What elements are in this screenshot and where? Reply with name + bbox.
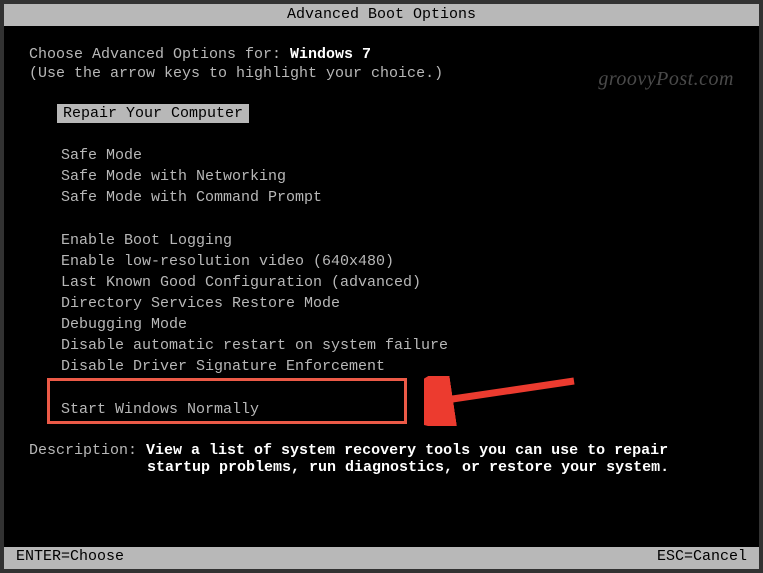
- menu-item-disable-driver-sig[interactable]: Disable Driver Signature Enforcement: [61, 356, 759, 377]
- intro-prefix: Choose Advanced Options for:: [29, 46, 290, 63]
- description-label: Description:: [29, 442, 146, 459]
- menu-group-3: Start Windows Normally: [61, 399, 759, 420]
- menu-item-directory-services[interactable]: Directory Services Restore Mode: [61, 293, 759, 314]
- menu-item-safe-mode-networking[interactable]: Safe Mode with Networking: [61, 166, 759, 187]
- title-bar: Advanced Boot Options: [4, 4, 759, 26]
- menu-item-debugging[interactable]: Debugging Mode: [61, 314, 759, 335]
- menu-item-start-normally[interactable]: Start Windows Normally: [61, 399, 759, 420]
- esc-hint: ESC=Cancel: [657, 547, 747, 569]
- menu-item-last-known-good[interactable]: Last Known Good Configuration (advanced): [61, 272, 759, 293]
- description-text-2: startup problems, run diagnostics, or re…: [147, 459, 669, 476]
- enter-hint: ENTER=Choose: [16, 547, 124, 569]
- intro-line: Choose Advanced Options for: Windows 7: [29, 46, 759, 63]
- watermark: groovyPost.com: [598, 68, 734, 91]
- description-text-1: View a list of system recovery tools you…: [146, 442, 668, 459]
- title-text: Advanced Boot Options: [287, 6, 476, 23]
- content-area: Choose Advanced Options for: Windows 7 (…: [4, 26, 759, 476]
- menu-group-2: Enable Boot Logging Enable low-resolutio…: [61, 230, 759, 377]
- selected-wrapper: Repair Your Computer: [29, 104, 759, 145]
- bottom-bar: ENTER=Choose ESC=Cancel: [4, 547, 759, 569]
- menu-item-safe-mode-cmd[interactable]: Safe Mode with Command Prompt: [61, 187, 759, 208]
- menu-item-safe-mode[interactable]: Safe Mode: [61, 145, 759, 166]
- menu-item-repair[interactable]: Repair Your Computer: [57, 104, 249, 123]
- menu-group-1: Safe Mode Safe Mode with Networking Safe…: [61, 145, 759, 208]
- menu-item-disable-auto-restart[interactable]: Disable automatic restart on system fail…: [61, 335, 759, 356]
- os-name: Windows 7: [290, 46, 371, 63]
- description-block: Description: View a list of system recov…: [29, 442, 759, 476]
- menu-item-boot-logging[interactable]: Enable Boot Logging: [61, 230, 759, 251]
- menu-item-low-res[interactable]: Enable low-resolution video (640x480): [61, 251, 759, 272]
